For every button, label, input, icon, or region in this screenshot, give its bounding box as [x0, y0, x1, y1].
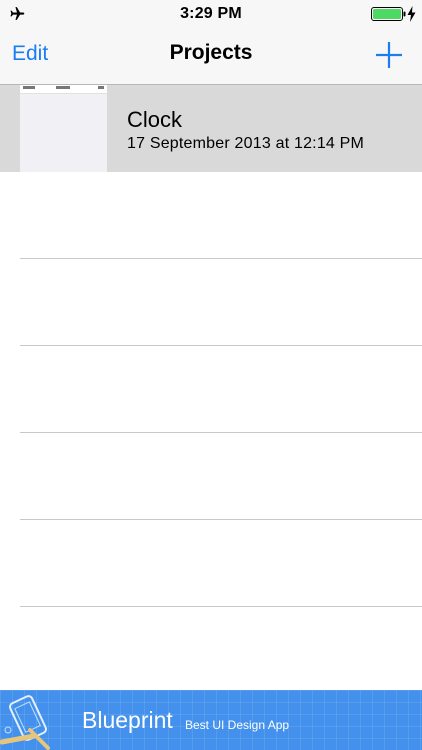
empty-row	[0, 346, 422, 433]
battery-icon	[371, 7, 406, 21]
project-thumbnail	[20, 85, 107, 172]
top-bar: 3:29 PM Edit Projects	[0, 0, 422, 85]
empty-row	[0, 172, 422, 259]
empty-row	[0, 520, 422, 607]
edit-button[interactable]: Edit	[12, 42, 48, 66]
blueprint-ad-banner[interactable]: Blueprint Best UI Design App	[0, 690, 422, 750]
thumbnail-status-bar	[20, 85, 107, 94]
project-name: Clock	[127, 107, 183, 132]
project-row-clock[interactable]: Clock 17 September 2013 at 12:14 PM	[0, 85, 422, 172]
status-time: 3:29 PM	[180, 5, 242, 22]
blueprint-logo-icon	[0, 695, 50, 750]
empty-row	[0, 259, 422, 346]
project-list: Clock 17 September 2013 at 12:14 PM	[0, 85, 422, 607]
empty-row	[0, 433, 422, 520]
status-bar: 3:29 PM	[0, 0, 422, 28]
charging-icon	[407, 6, 416, 22]
banner-title: Blueprint	[82, 707, 173, 733]
navigation-bar: Edit Projects	[0, 28, 422, 84]
banner-subtitle: Best UI Design App	[185, 718, 290, 732]
page-title: Projects	[169, 41, 253, 64]
project-date: 17 September 2013 at 12:14 PM	[127, 135, 365, 152]
plus-icon[interactable]	[374, 40, 404, 70]
row-separator	[20, 606, 422, 607]
